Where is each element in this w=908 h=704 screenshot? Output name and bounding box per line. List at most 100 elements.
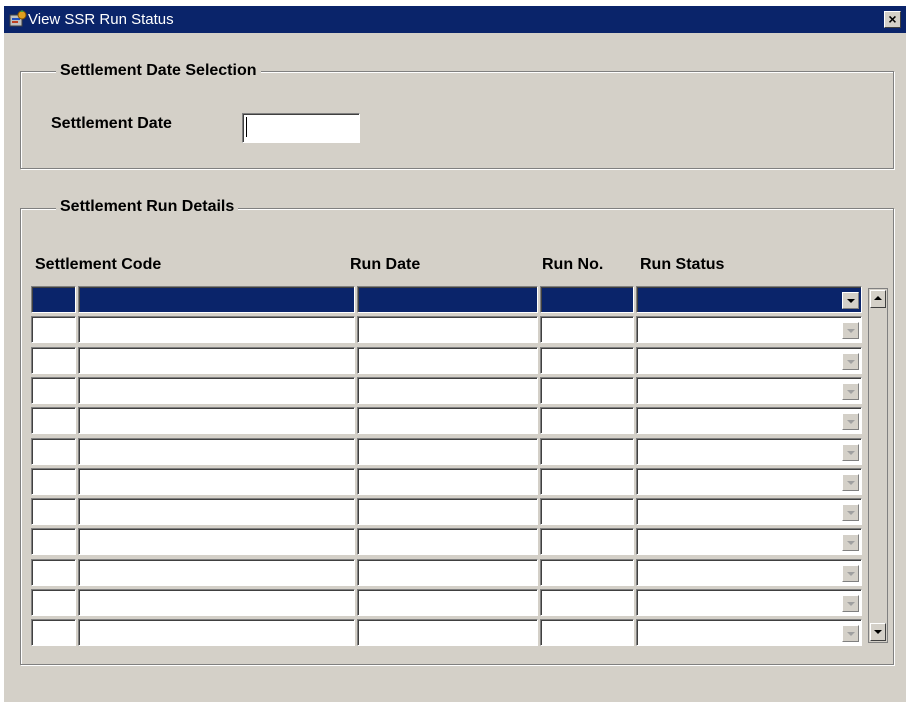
run-no-cell[interactable] [540, 377, 634, 404]
row-indicator-cell[interactable] [31, 468, 76, 495]
chevron-down-icon [847, 390, 855, 394]
run-status-cell[interactable] [636, 407, 862, 434]
table-row[interactable] [31, 468, 862, 495]
row-indicator-cell[interactable] [31, 316, 76, 343]
run-no-cell[interactable] [540, 468, 634, 495]
table-row[interactable] [31, 559, 862, 586]
table-row[interactable] [31, 438, 862, 465]
row-indicator-cell[interactable] [31, 377, 76, 404]
settlement-code-cell[interactable] [78, 438, 355, 465]
scroll-up-button[interactable] [870, 290, 886, 308]
run-status-cell[interactable] [636, 528, 862, 555]
row-indicator-cell[interactable] [31, 407, 76, 434]
close-icon: × [888, 11, 897, 27]
run-status-cell[interactable] [636, 559, 862, 586]
row-indicator-cell[interactable] [31, 286, 76, 313]
settlement-code-cell[interactable] [78, 528, 355, 555]
run-date-cell[interactable] [357, 468, 538, 495]
run-date-cell[interactable] [357, 438, 538, 465]
run-date-cell[interactable] [357, 286, 538, 313]
run-no-cell[interactable] [540, 498, 634, 525]
settlement-code-cell[interactable] [78, 619, 355, 646]
row-indicator-cell[interactable] [31, 589, 76, 616]
row-indicator-cell[interactable] [31, 559, 76, 586]
table-row[interactable] [31, 589, 862, 616]
row-indicator-cell[interactable] [31, 347, 76, 374]
run-status-cell[interactable] [636, 347, 862, 374]
run-status-cell[interactable] [636, 438, 862, 465]
settlement-code-cell[interactable] [78, 407, 355, 434]
run-date-cell[interactable] [357, 589, 538, 616]
table-row[interactable] [31, 286, 862, 313]
run-status-cell[interactable] [636, 377, 862, 404]
settlement-code-cell[interactable] [78, 468, 355, 495]
run-no-cell[interactable] [540, 589, 634, 616]
text-caret [246, 117, 247, 137]
column-header-run-no: Run No. [542, 256, 604, 273]
row-indicator-cell[interactable] [31, 438, 76, 465]
scroll-down-button[interactable] [870, 623, 886, 641]
run-no-cell[interactable] [540, 407, 634, 434]
run-date-cell[interactable] [357, 619, 538, 646]
run-status-dropdown-button[interactable] [842, 413, 859, 430]
run-status-dropdown-button[interactable] [842, 565, 859, 582]
run-date-cell[interactable] [357, 316, 538, 343]
run-no-cell[interactable] [540, 347, 634, 374]
row-indicator-cell[interactable] [31, 498, 76, 525]
scrollbar-track[interactable] [870, 309, 886, 622]
settlement-code-cell[interactable] [78, 286, 355, 313]
run-status-dropdown-button[interactable] [842, 444, 859, 461]
run-status-dropdown-button[interactable] [842, 504, 859, 521]
chevron-down-icon [847, 299, 855, 303]
run-status-dropdown-button[interactable] [842, 322, 859, 339]
run-no-cell[interactable] [540, 528, 634, 555]
run-date-cell[interactable] [357, 347, 538, 374]
table-row[interactable] [31, 377, 862, 404]
run-status-cell[interactable] [636, 589, 862, 616]
run-status-cell[interactable] [636, 468, 862, 495]
run-status-cell[interactable] [636, 316, 862, 343]
close-button[interactable]: × [884, 11, 901, 28]
settlement-code-cell[interactable] [78, 347, 355, 374]
table-row[interactable] [31, 316, 862, 343]
settlement-code-cell[interactable] [78, 559, 355, 586]
run-status-dropdown-button[interactable] [842, 534, 859, 551]
run-date-cell[interactable] [357, 498, 538, 525]
table-row[interactable] [31, 619, 862, 646]
run-status-cell[interactable] [636, 498, 862, 525]
run-status-dropdown-button[interactable] [842, 474, 859, 491]
run-date-cell[interactable] [357, 528, 538, 555]
run-date-cell[interactable] [357, 559, 538, 586]
window-titlebar[interactable]: View SSR Run Status × [4, 6, 906, 33]
table-row[interactable] [31, 407, 862, 434]
run-status-dropdown-button[interactable] [842, 595, 859, 612]
settlement-code-cell[interactable] [78, 316, 355, 343]
run-no-cell[interactable] [540, 619, 634, 646]
table-row[interactable] [31, 528, 862, 555]
table-row[interactable] [31, 498, 862, 525]
window-title: View SSR Run Status [28, 11, 174, 28]
run-date-cell[interactable] [357, 407, 538, 434]
run-no-cell[interactable] [540, 316, 634, 343]
row-indicator-cell[interactable] [31, 619, 76, 646]
run-date-cell[interactable] [357, 377, 538, 404]
run-status-dropdown-button[interactable] [842, 353, 859, 370]
table-row[interactable] [31, 347, 862, 374]
run-status-dropdown-button[interactable] [842, 292, 859, 309]
run-status-dropdown-button[interactable] [842, 625, 859, 642]
run-status-dropdown-button[interactable] [842, 383, 859, 400]
scroll-up-arrow-icon [874, 296, 882, 300]
settlement-code-cell[interactable] [78, 498, 355, 525]
run-no-cell[interactable] [540, 438, 634, 465]
vertical-scrollbar[interactable] [868, 288, 888, 643]
run-status-cell[interactable] [636, 286, 862, 313]
chevron-down-icon [847, 360, 855, 364]
settlement-code-cell[interactable] [78, 377, 355, 404]
run-status-cell[interactable] [636, 619, 862, 646]
row-indicator-cell[interactable] [31, 528, 76, 555]
settlement-code-cell[interactable] [78, 589, 355, 616]
run-no-cell[interactable] [540, 559, 634, 586]
settlement-date-input[interactable] [242, 113, 360, 143]
window-app-icon [9, 10, 27, 27]
run-no-cell[interactable] [540, 286, 634, 313]
